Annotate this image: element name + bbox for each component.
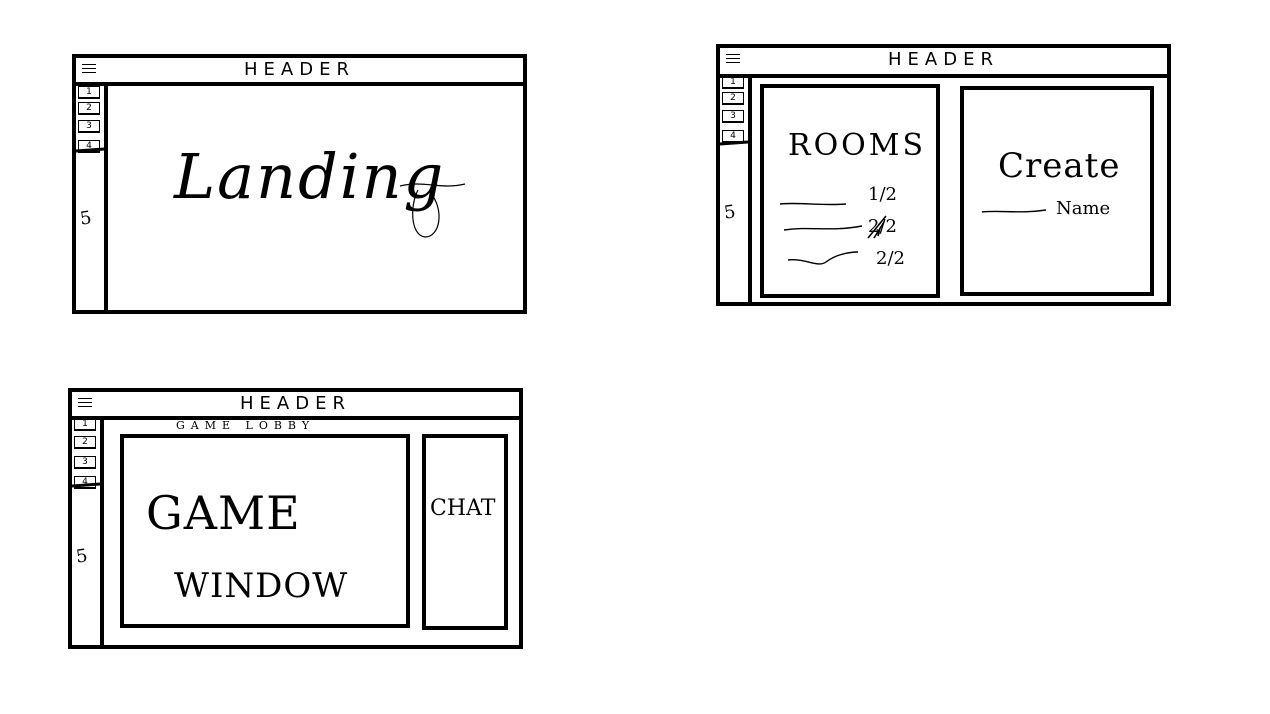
room-name-line-1	[779, 202, 847, 206]
room-name-line-3	[787, 251, 859, 265]
sketch-scribbles	[71, 140, 1047, 488]
cursor-scribble	[867, 215, 887, 239]
create-name-input-line	[981, 209, 1047, 213]
rooms-sidebar-accent	[719, 140, 749, 146]
room-name-line-2	[783, 225, 863, 231]
landing-scribble	[399, 183, 466, 238]
landing-sidebar-accent	[75, 147, 105, 153]
game-sidebar-accent	[71, 482, 101, 488]
